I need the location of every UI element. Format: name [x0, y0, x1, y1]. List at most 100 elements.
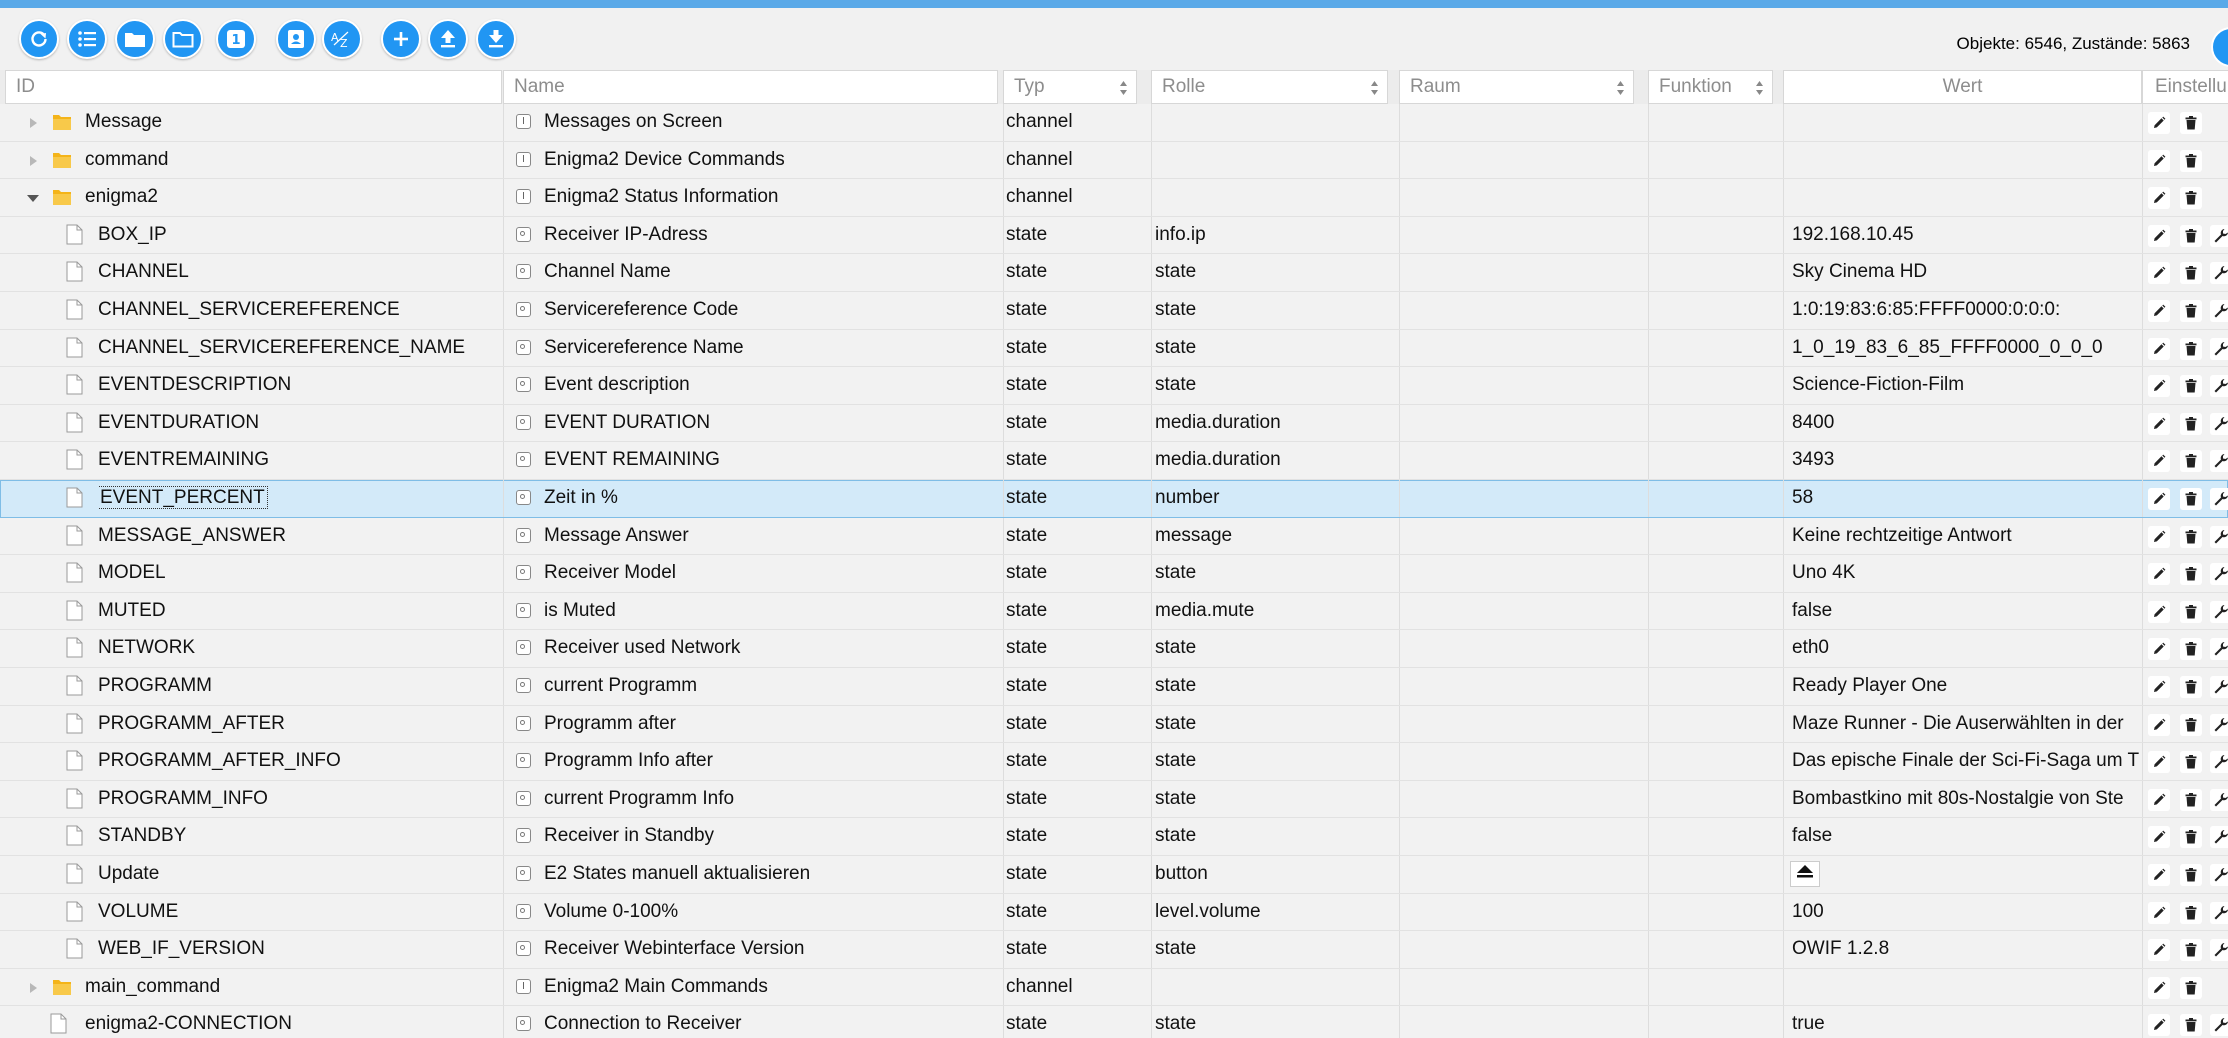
edit-button[interactable] [2148, 450, 2170, 473]
edit-button[interactable] [2148, 112, 2170, 134]
edit-button[interactable] [2148, 300, 2170, 322]
edit-button[interactable] [2148, 713, 2170, 736]
table-row[interactable]: STANDBY Receiver in Standby state state fals… [0, 818, 2228, 856]
delete-button[interactable] [2180, 939, 2202, 962]
table-row[interactable]: VOLUME Volume 0-100% state level.volume 100 [0, 893, 2228, 932]
row-id[interactable]: PROGRAMM_AFTER [98, 706, 500, 743]
delete-button[interactable] [2180, 751, 2202, 774]
row-id[interactable]: EVENT_PERCENT [98, 480, 500, 517]
settings-button[interactable] [2210, 224, 2228, 247]
expand-toggle[interactable] [30, 155, 37, 166]
row-id[interactable]: Update [98, 856, 500, 893]
delete-button[interactable] [2180, 976, 2202, 999]
delete-button[interactable] [2180, 300, 2202, 322]
settings-button[interactable] [2210, 563, 2228, 586]
delete-button[interactable] [2180, 864, 2202, 886]
table-row[interactable]: MUTED is Muted state media.mute false [0, 592, 2228, 631]
delete-button[interactable] [2180, 600, 2202, 623]
table-row[interactable]: enigma2-CONNECTION Connection to Receiver… [0, 1006, 2228, 1038]
row-id[interactable]: CHANNEL_SERVICEREFERENCE_NAME [98, 330, 500, 367]
row-id[interactable]: PROGRAMM_AFTER_INFO [98, 743, 500, 780]
folder-open-button[interactable] [163, 19, 203, 59]
delete-button[interactable] [2180, 488, 2202, 510]
settings-button[interactable] [2210, 1014, 2228, 1037]
edit-button[interactable] [2148, 488, 2170, 510]
table-row[interactable]: enigma2 Enigma2 Status Information channel [0, 179, 2228, 217]
edit-button[interactable] [2148, 187, 2170, 210]
edit-button[interactable] [2148, 788, 2170, 811]
header-id[interactable]: ID [5, 70, 502, 104]
expand-toggle[interactable] [30, 118, 37, 128]
expand-toggle[interactable] [30, 982, 37, 993]
delete-button[interactable] [2180, 337, 2202, 360]
table-row[interactable]: EVENTDESCRIPTION Event description state st… [0, 367, 2228, 405]
header-wert[interactable]: Wert [1783, 70, 2142, 104]
row-id[interactable]: PROGRAMM [98, 668, 500, 705]
row-id[interactable]: enigma2 [85, 179, 500, 216]
settings-button[interactable] [2210, 751, 2228, 774]
table-row[interactable]: command Enigma2 Device Commands channel [0, 141, 2228, 180]
settings-button[interactable] [2210, 525, 2228, 548]
add-button[interactable] [381, 19, 421, 59]
settings-button[interactable] [2210, 788, 2228, 811]
edit-button[interactable] [2148, 224, 2170, 247]
edit-button[interactable] [2148, 412, 2170, 435]
settings-button[interactable] [2210, 375, 2228, 398]
table-row[interactable]: PROGRAMM current Programm state state Ready … [0, 668, 2228, 706]
row-id[interactable]: VOLUME [98, 894, 500, 931]
delete-button[interactable] [2180, 901, 2202, 924]
table-row[interactable]: CHANNEL Channel Name state state Sky Cinema … [0, 254, 2228, 292]
header-name[interactable]: Name [503, 70, 998, 104]
table-row[interactable]: WEB_IF_VERSION Receiver Webinterface Vers… [0, 931, 2228, 969]
row-id[interactable]: MESSAGE_ANSWER [98, 518, 500, 555]
settings-button[interactable] [2210, 676, 2228, 698]
edit-button[interactable] [2148, 826, 2170, 849]
delete-button[interactable] [2180, 224, 2202, 247]
delete-button[interactable] [2180, 826, 2202, 849]
counter-button[interactable]: 1 [216, 19, 256, 59]
table-row[interactable]: BOX_IP Receiver IP-Adress state info.ip 192.… [0, 216, 2228, 255]
settings-button[interactable] [2210, 600, 2228, 623]
settings-button[interactable] [2210, 337, 2228, 360]
row-id[interactable]: BOX_IP [98, 217, 500, 254]
edit-button[interactable] [2148, 600, 2170, 623]
delete-button[interactable] [2180, 788, 2202, 811]
table-row[interactable]: PROGRAMM_AFTER_INFO Programm Info after st… [0, 743, 2228, 781]
header-raum[interactable]: Raum [1399, 70, 1634, 104]
row-id[interactable]: NETWORK [98, 630, 500, 667]
table-row[interactable]: EVENTDURATION EVENT DURATION state media.du… [0, 404, 2228, 443]
settings-button[interactable] [2210, 826, 2228, 849]
row-id[interactable]: EVENTDURATION [98, 405, 500, 442]
table-row[interactable]: main_command Enigma2 Main Commands channel [0, 968, 2228, 1007]
edit-button[interactable] [2148, 563, 2170, 586]
settings-button[interactable] [2210, 864, 2228, 886]
contact-card-button[interactable] [276, 19, 316, 59]
delete-button[interactable] [2180, 713, 2202, 736]
row-id[interactable]: MODEL [98, 555, 500, 592]
header-rolle[interactable]: Rolle [1151, 70, 1388, 104]
settings-button[interactable] [2210, 262, 2228, 285]
edit-button[interactable] [2148, 676, 2170, 698]
edit-button[interactable] [2148, 864, 2170, 886]
delete-button[interactable] [2180, 563, 2202, 586]
delete-button[interactable] [2180, 1014, 2202, 1037]
eject-button[interactable] [1790, 860, 1820, 887]
table-row[interactable]: CHANNEL_SERVICEREFERENCE_NAME Servicerefe… [0, 329, 2228, 368]
settings-button[interactable] [2210, 412, 2228, 435]
edit-button[interactable] [2148, 1014, 2170, 1037]
folder-closed-button[interactable] [115, 19, 155, 59]
header-funktion[interactable]: Funktion [1648, 70, 1773, 104]
row-id[interactable]: CHANNEL [98, 254, 500, 291]
table-row[interactable]: Update E2 States manuell aktualisieren sta… [0, 856, 2228, 894]
edit-button[interactable] [2148, 262, 2170, 285]
edit-button[interactable] [2148, 525, 2170, 548]
delete-button[interactable] [2180, 412, 2202, 435]
table-row[interactable]: MODEL Receiver Model state state Uno 4K [0, 555, 2228, 593]
more-button[interactable] [2211, 27, 2228, 67]
settings-button[interactable] [2210, 901, 2228, 924]
edit-button[interactable] [2148, 901, 2170, 924]
table-row[interactable]: PROGRAMM_AFTER Programm after state state Ma… [0, 705, 2228, 744]
table-row[interactable]: EVENT_PERCENT Zeit in % state number 58 [0, 480, 2228, 518]
delete-button[interactable] [2180, 638, 2202, 661]
settings-button[interactable] [2210, 450, 2228, 473]
